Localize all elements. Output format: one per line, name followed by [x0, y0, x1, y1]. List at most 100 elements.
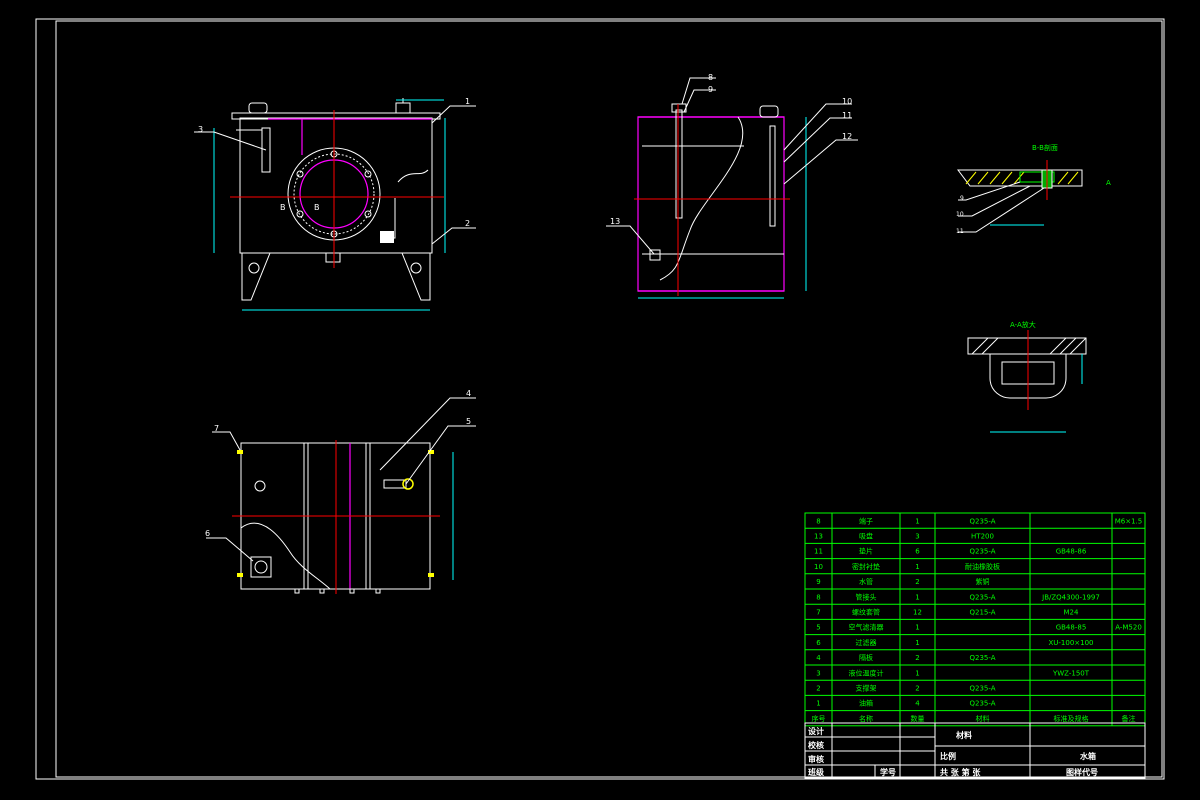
plan-callout-7: 7: [214, 424, 219, 433]
front-section-label-right: B: [314, 203, 320, 212]
parts-table-row-cell: 紫铜: [976, 577, 990, 586]
parts-table-row-cell: 空气滤清器: [849, 623, 884, 632]
front-callout-3: 3: [198, 125, 203, 134]
tb-label-check: 校核: [808, 740, 824, 750]
parts-table-row-cell: Q215-A: [969, 609, 995, 617]
parts-table-row-cell: 1: [915, 563, 919, 571]
side-vertical-pipe: [675, 109, 683, 219]
front-view: 1 2 3 B B: [194, 97, 476, 311]
parts-table-row-cell: 垫片: [859, 547, 873, 556]
tb-drawing-code: 图样代号: [1066, 767, 1098, 777]
section-leader-9: [958, 181, 1021, 201]
parts-table-row-cell: Q235-A: [969, 593, 995, 601]
plan-bottom-studs: [294, 588, 381, 594]
plan-breather-port: [254, 480, 266, 492]
front-pipe-fitting: [395, 102, 411, 114]
parts-table-row-cell: 端子: [859, 516, 873, 525]
tb-label-material: 材料: [956, 730, 972, 740]
tb-label-review: 审核: [808, 754, 824, 764]
parts-table-row-cell: 8: [816, 517, 820, 525]
parts-table-row-cell: 10: [814, 563, 823, 571]
front-break-line: [397, 169, 429, 183]
parts-table-row-cell: 1: [915, 593, 919, 601]
tb-label-student-no: 学号: [880, 767, 896, 777]
parts-table-row-cell: 3: [816, 669, 820, 677]
plan-leader-7: [212, 431, 241, 451]
parts-table-row-cell: 8: [816, 593, 820, 601]
parts-table-row-cell: 支撑架: [856, 684, 877, 693]
plan-filter-element: [254, 560, 268, 574]
parts-table-row-cell: Q235-A: [969, 548, 995, 556]
parts-table-row-cell: 密封衬垫: [852, 562, 880, 571]
side-callout-13: 13: [610, 217, 620, 226]
front-tank-body: [239, 117, 433, 254]
parts-table-row-cell: GB48-86: [1056, 548, 1087, 556]
side-leader-12: [783, 139, 858, 185]
section-callout-10: 10: [956, 211, 964, 218]
side-callout-8: 8: [708, 73, 713, 82]
parts-table-row-cell: 11: [814, 548, 823, 556]
parts-table-row-cell: HT200: [971, 533, 994, 541]
tb-drawing-name: 水箱: [1079, 751, 1096, 761]
parts-table-row-cell: 油箱: [859, 699, 873, 708]
side-tank-body: [637, 116, 785, 292]
side-filler-cap: [759, 105, 779, 118]
parts-table-row-cell: A-M520: [1115, 624, 1142, 632]
section-callout-9: 9: [960, 195, 964, 202]
parts-table-row-cell: 吸盘: [859, 532, 873, 541]
parts-table-row-cell: YWZ-150T: [1052, 669, 1090, 677]
parts-table-row-cell: 2: [915, 578, 919, 586]
parts-list-table: 8 端子 1 Q235-A M6×1.513 吸盘 3 HT20011 垫片 6 Q235-A GB4…: [804, 512, 1146, 727]
plan-leader-5: [405, 425, 476, 485]
parts-table-row-cell: 1: [915, 624, 919, 632]
tb-label-design: 设计: [808, 726, 824, 736]
side-gauge-right: [769, 125, 776, 227]
front-drain-plug: [325, 252, 341, 263]
parts-table-row-cell: 9: [816, 578, 820, 586]
section-view-title: B-B剖面: [1032, 143, 1058, 152]
plan-callout-5: 5: [466, 417, 471, 426]
parts-table-row-cell: 1: [816, 700, 820, 708]
detail-enlarged-view: A-A放大: [967, 320, 1087, 433]
title-block: 设计 校核 审核 班级 学号 材料 比例 水箱 共 张 第 张 图样代号: [804, 722, 1146, 779]
tb-label-class: 班级: [808, 767, 825, 777]
parts-table-header-cell: 序号: [812, 714, 826, 723]
front-leader-1: [431, 105, 476, 124]
parts-table-row-cell: 6: [816, 639, 821, 647]
plan-view: 4 5 6 7: [205, 389, 476, 594]
enlarged-hatching: [971, 337, 1087, 355]
parts-table-row-cell: 13: [814, 533, 823, 541]
parts-table-row-cell: Q235-A: [969, 517, 995, 525]
detail-section-view: B-B剖面 A 9 10 11: [956, 143, 1111, 235]
parts-table-row-cell: 2: [915, 685, 919, 693]
side-callout-9: 9: [708, 85, 713, 94]
tb-label-scale: 比例: [940, 751, 956, 761]
parts-table-row-cell: 6: [915, 548, 920, 556]
parts-table-row-cell: Q235-A: [969, 685, 995, 693]
parts-table-row-cell: 1: [915, 669, 919, 677]
parts-table-header-cell: 数量: [911, 714, 925, 723]
parts-table-row-cell: 螺纹套管: [852, 608, 880, 617]
front-callout-1: 1: [465, 97, 470, 106]
parts-table-row-cell: 4: [816, 654, 821, 662]
side-callout-12: 12: [842, 132, 852, 141]
side-callout-11: 11: [842, 111, 852, 120]
front-callout-2: 2: [465, 219, 470, 228]
parts-table-header-cell: 名称: [859, 714, 873, 723]
plan-break-line: [240, 522, 331, 590]
cad-drawing-sheet: 1 2 3 B B 8 9 10 11 12 13 4 5 6 7 B-B剖面 …: [35, 18, 1165, 780]
parts-table-row-cell: 耐油橡胶板: [965, 562, 1000, 571]
parts-table-row-cell: GB48-85: [1056, 624, 1087, 632]
parts-table-row-cell: XU-100×100: [1048, 639, 1093, 647]
side-callout-10: 10: [842, 97, 852, 106]
parts-table-row-cell: 2: [915, 654, 919, 662]
parts-table-row-cell: 2: [816, 685, 820, 693]
front-section-label-left: B: [280, 203, 286, 212]
front-filler-cap: [248, 102, 268, 114]
parts-table-row-cell: JB/ZQ4300-1997: [1041, 593, 1100, 601]
parts-table-row-cell: 4: [915, 700, 920, 708]
front-left-leg: [241, 252, 271, 301]
front-right-leg-hole: [410, 262, 422, 274]
parts-table-row-cell: Q235-A: [969, 654, 995, 662]
parts-table-row-cell: 液位温度计: [849, 668, 884, 677]
